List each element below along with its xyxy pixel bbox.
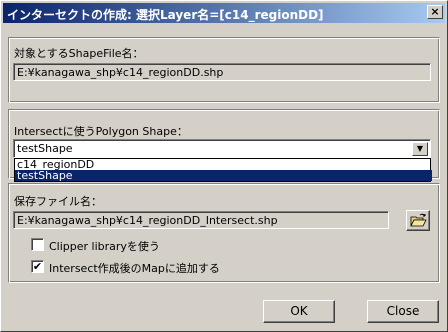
dropdown-option-c14-regiondd[interactable]: c14_regionDD	[15, 159, 432, 170]
close-button[interactable]: Close	[367, 300, 439, 323]
add-map-label: Intersect作成後のMapに追加する	[49, 262, 220, 275]
dialog-window: インターセクトの作成: 選択Layer名=[c14_regionDD] × 対象…	[0, 0, 448, 332]
chevron-down-icon[interactable]: ▼	[412, 142, 428, 156]
add-map-checkbox[interactable]: ✔	[31, 260, 44, 273]
ok-button[interactable]: OK	[263, 300, 335, 323]
polygon-shape-combobox[interactable]: testShape ▼	[13, 139, 431, 158]
title-bar[interactable]: インターセクトの作成: 選択Layer名=[c14_regionDD] ×	[3, 3, 445, 23]
clipper-checkbox[interactable]	[31, 238, 44, 251]
window-title: インターセクトの作成: 選択Layer名=[c14_regionDD]	[7, 8, 324, 22]
browse-button[interactable]	[406, 210, 430, 231]
polygon-shape-selected: testShape	[17, 142, 73, 155]
open-folder-icon	[410, 213, 427, 227]
checkmark-icon: ✔	[32, 260, 43, 273]
polygon-shape-dropdown: c14_regionDD testShape	[14, 158, 432, 182]
clipper-label: Clipper libraryを使う	[49, 240, 160, 253]
shapefile-label: 対象とするShapeFile名：	[14, 47, 144, 60]
save-label: 保存ファイル名：	[14, 195, 102, 208]
shapefile-path-field: E:¥kanagawa_shp¥c14_regionDD.shp	[13, 63, 431, 81]
dropdown-option-testshape[interactable]: testShape	[15, 170, 432, 181]
close-window-button[interactable]: ×	[427, 5, 443, 19]
intersect-label: Intersectに使うPolygon Shape：	[14, 125, 188, 138]
save-path-field: E:¥kanagawa_shp¥c14_regionDD_Intersect.s…	[13, 211, 389, 229]
